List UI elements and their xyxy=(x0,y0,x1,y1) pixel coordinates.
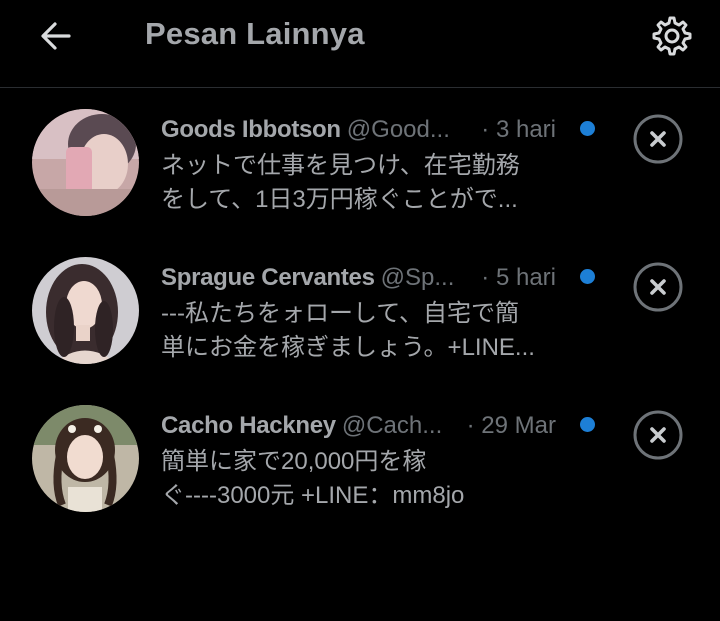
sender-name: Goods Ibbotson xyxy=(161,116,341,143)
message-preview: ネットで仕事を見つけ、在宅勤務 をして、1日3万円稼ぐことがで... xyxy=(161,149,561,217)
gear-icon xyxy=(652,16,692,56)
list-item[interactable]: Cacho Hackney @Cach... · 29 Mar 簡単に家で20,0… xyxy=(0,385,720,533)
arrow-left-icon xyxy=(41,22,71,50)
list-item[interactable]: Goods Ibbotson @Good... · 3 hari ネットで仕事を見… xyxy=(0,89,720,237)
sender-name: Sprague Cervantes xyxy=(161,264,375,291)
sender-handle: @Good... xyxy=(346,116,450,143)
dismiss-button[interactable] xyxy=(632,261,684,313)
unread-indicator xyxy=(580,417,595,432)
back-button[interactable] xyxy=(34,14,78,58)
settings-button[interactable] xyxy=(646,10,698,62)
preview-line: ---私たちをォローして、自宅で簡 xyxy=(161,300,520,327)
timestamp: · 5 hari xyxy=(477,263,556,293)
timestamp: · 29 Mar xyxy=(462,411,556,441)
avatar[interactable] xyxy=(32,109,139,216)
message-request-list: Goods Ibbotson @Good... · 3 hari ネットで仕事を見… xyxy=(0,89,720,533)
dismiss-button[interactable] xyxy=(632,113,684,165)
dismiss-button[interactable] xyxy=(632,409,684,461)
avatar[interactable] xyxy=(32,405,139,512)
sender-handle: @Sp... xyxy=(380,264,455,291)
preview-line: ぐ----3000元 +LINE：mm8jo xyxy=(161,482,465,509)
preview-line: ネットで仕事を見つけ、在宅勤務 xyxy=(161,152,520,179)
sender-name: Cacho Hackney xyxy=(161,412,336,439)
message-preview: 簡単に家で20,000円を稼 ぐ----3000元 +LINE：mm8jo xyxy=(161,445,561,513)
page-title: Pesan Lainnya xyxy=(145,16,365,51)
close-circle-icon xyxy=(633,410,683,460)
unread-indicator xyxy=(580,121,595,136)
preview-line: 単にお金を稼ぎましょう。+LINE... xyxy=(161,334,535,361)
avatar[interactable] xyxy=(32,257,139,364)
list-item[interactable]: Sprague Cervantes @Sp... · 5 hari ---私たちを… xyxy=(0,237,720,385)
sender-handle: @Cach... xyxy=(341,412,443,439)
top-app-bar: Pesan Lainnya xyxy=(0,0,720,88)
close-circle-icon xyxy=(633,262,683,312)
preview-line: 簡単に家で20,000円を稼 xyxy=(161,448,427,475)
close-circle-icon xyxy=(633,114,683,164)
unread-indicator xyxy=(580,269,595,284)
timestamp: · 3 hari xyxy=(477,115,556,145)
message-preview: ---私たちをォローして、自宅で簡 単にお金を稼ぎましょう。+LINE... xyxy=(161,297,561,365)
preview-line: をして、1日3万円稼ぐことがで... xyxy=(161,186,518,213)
